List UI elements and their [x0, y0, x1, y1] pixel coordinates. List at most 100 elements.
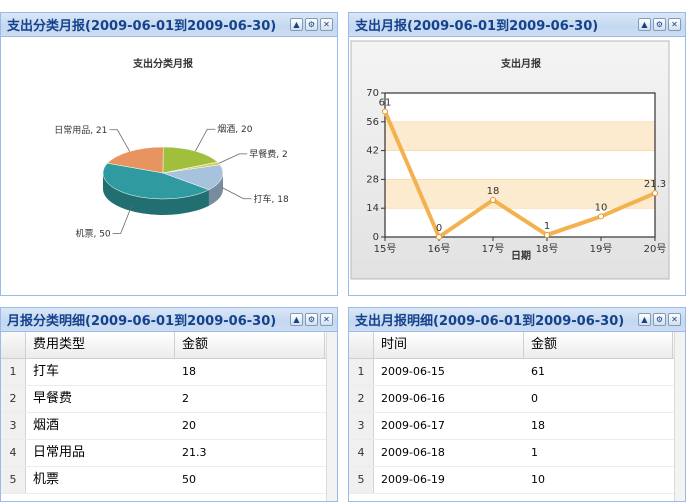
close-icon[interactable]: ✕: [320, 18, 333, 31]
row-number: 1: [1, 359, 26, 385]
table-row[interactable]: 4 日常用品 21.3: [1, 440, 327, 467]
monthly-detail-panel: 支出月报明细(2009-06-01到2009-06-30) ▲ ⚙ ✕ 时间 金…: [348, 307, 686, 502]
data-label: 61: [379, 98, 392, 109]
x-tick-label: 19号: [590, 243, 613, 255]
pie-label: 烟酒, 20: [217, 123, 252, 135]
vertical-scrollbar[interactable]: [326, 332, 337, 501]
y-tick-label: 14: [366, 203, 379, 214]
cell-amount: 50: [182, 473, 196, 486]
panel-title: 支出月报(2009-06-01到2009-06-30): [355, 19, 599, 34]
cell-type: 打车: [33, 364, 60, 379]
row-number-header: [349, 332, 374, 358]
cell-date: 2009-06-17: [381, 419, 445, 432]
table-row[interactable]: 1 2009-06-15 61: [349, 359, 675, 386]
table-row[interactable]: 1 打车 18: [1, 359, 327, 386]
x-tick-label: 20号: [644, 243, 667, 255]
x-tick-label: 17号: [482, 243, 505, 255]
row-number: 1: [349, 359, 374, 385]
cell-amount: 10: [531, 473, 545, 486]
x-tick-label: 18号: [536, 243, 559, 255]
row-number: 4: [1, 440, 26, 466]
line-chart-area: 支出月报 日期 0 14 28 42 56 70 15号 16号 17号 18号 19号 20号 61 0…: [349, 37, 685, 295]
cell-date: 2009-06-19: [381, 473, 445, 486]
grid-header: 费用类型 金额: [1, 332, 327, 359]
pie-label-line: [109, 129, 130, 152]
monthly-grid: 时间 金额 1 2009-06-15 61 2 2009-06-16 0 3 2…: [349, 332, 685, 501]
cell-type: 机票: [33, 472, 60, 487]
cell-amount: 1: [531, 446, 538, 459]
data-label: 10: [595, 202, 608, 213]
row-number: 4: [349, 440, 374, 466]
cell-amount: 21.3: [182, 446, 207, 459]
data-label: 0: [436, 223, 442, 234]
pie-label-line: [221, 187, 252, 200]
category-grid: 费用类型 金额 1 打车 18 2 早餐费 2 3 烟酒 20 4 日常用品 2…: [1, 332, 337, 501]
cell-date: 2009-06-16: [381, 392, 445, 405]
data-point: [436, 234, 442, 240]
column-header-amount[interactable]: 金额: [524, 332, 673, 358]
cell-amount: 18: [531, 419, 545, 432]
pie-label-line: [195, 128, 216, 152]
panel-header: 支出分类月报(2009-06-01到2009-06-30) ▲ ⚙ ✕: [1, 13, 337, 37]
cell-date: 2009-06-18: [381, 446, 445, 459]
collapse-icon[interactable]: ▲: [638, 313, 651, 326]
category-chart-panel: 支出分类月报(2009-06-01到2009-06-30) ▲ ⚙ ✕ 支出分类…: [0, 12, 338, 296]
panel-title: 支出分类月报(2009-06-01到2009-06-30): [7, 19, 277, 34]
data-point: [382, 108, 388, 115]
cell-amount: 2: [182, 392, 189, 405]
close-icon[interactable]: ✕: [668, 313, 681, 326]
pie-label: 机票, 50: [75, 228, 110, 240]
y-tick-label: 0: [373, 232, 379, 243]
panel-header: 支出月报(2009-06-01到2009-06-30) ▲ ⚙ ✕: [349, 13, 685, 37]
gear-icon[interactable]: ⚙: [653, 18, 666, 31]
gear-icon[interactable]: ⚙: [653, 313, 666, 326]
chart-title: 支出分类月报: [132, 57, 193, 70]
table-row[interactable]: 5 机票 50: [1, 467, 327, 494]
column-header-amount[interactable]: 金额: [175, 332, 325, 358]
table-row[interactable]: 2 早餐费 2: [1, 386, 327, 413]
y-tick-label: 70: [366, 88, 379, 99]
cell-type: 日常用品: [33, 445, 86, 460]
cell-amount: 0: [531, 392, 538, 405]
line-chart: 支出月报 日期 0 14 28 42 56 70 15号 16号 17号 18号 19号 20号 61 0…: [350, 40, 670, 280]
data-label: 21.3: [644, 179, 666, 190]
collapse-icon[interactable]: ▲: [290, 313, 303, 326]
cell-type: 烟酒: [33, 418, 60, 433]
column-header-type[interactable]: 费用类型: [26, 332, 175, 358]
collapse-icon[interactable]: ▲: [290, 18, 303, 31]
pie-label-line: [218, 153, 248, 164]
collapse-icon[interactable]: ▲: [638, 18, 651, 31]
close-icon[interactable]: ✕: [668, 18, 681, 31]
panel-title: 月报分类明细(2009-06-01到2009-06-30): [7, 314, 277, 329]
cell-amount: 18: [182, 365, 196, 378]
panel-header: 支出月报明细(2009-06-01到2009-06-30) ▲ ⚙ ✕: [349, 308, 685, 332]
pie-chart-area: 支出分类月报 机票, 50 日常用品, 21 烟酒, 20 早餐费, 2 打车, 18: [1, 37, 337, 295]
row-number: 2: [349, 386, 374, 412]
y-tick-label: 56: [366, 117, 379, 128]
panel-title: 支出月报明细(2009-06-01到2009-06-30): [355, 314, 625, 329]
data-point: [490, 196, 496, 203]
table-row[interactable]: 3 烟酒 20: [1, 413, 327, 440]
table-row[interactable]: 3 2009-06-17 18: [349, 413, 675, 440]
gear-icon[interactable]: ⚙: [305, 313, 318, 326]
x-tick-label: 15号: [374, 243, 397, 255]
gear-icon[interactable]: ⚙: [305, 18, 318, 31]
row-number: 2: [1, 386, 26, 412]
cell-date: 2009-06-15: [381, 365, 445, 378]
close-icon[interactable]: ✕: [320, 313, 333, 326]
column-header-date[interactable]: 时间: [374, 332, 524, 358]
y-tick-label: 42: [366, 146, 379, 157]
row-number: 5: [1, 467, 26, 493]
table-row[interactable]: 5 2009-06-19 10: [349, 467, 675, 494]
grid-band: [384, 121, 656, 151]
pie-label: 打车, 18: [254, 193, 289, 205]
table-row[interactable]: 2 2009-06-16 0: [349, 386, 675, 413]
row-number: 3: [1, 413, 26, 439]
cell-type: 早餐费: [33, 391, 73, 406]
row-number: 5: [349, 467, 374, 493]
data-label: 1: [544, 221, 550, 232]
data-label: 18: [487, 186, 500, 197]
table-row[interactable]: 4 2009-06-18 1: [349, 440, 675, 467]
vertical-scrollbar[interactable]: [674, 332, 685, 501]
data-point: [598, 213, 604, 220]
